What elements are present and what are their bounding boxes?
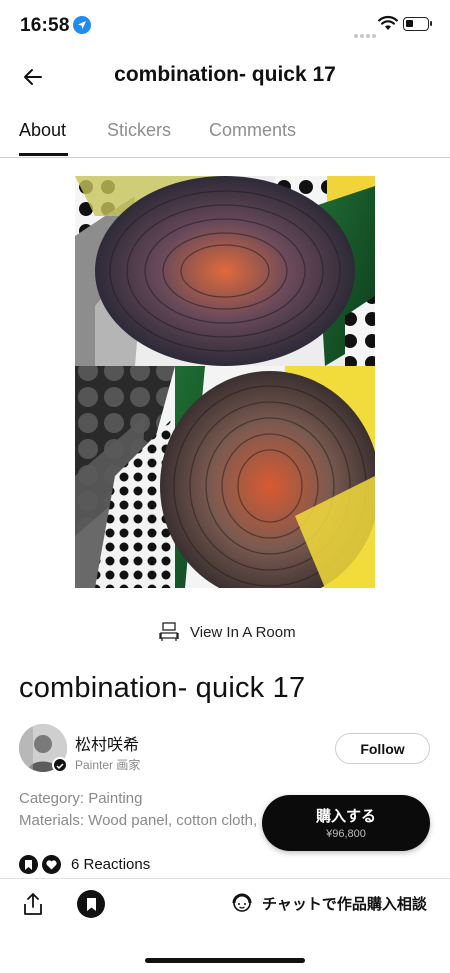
battery-icon [403, 17, 432, 31]
tab-about[interactable]: About [19, 120, 66, 141]
tab-bar: About Stickers Comments [0, 112, 450, 158]
room-sofa-icon [159, 622, 179, 641]
share-icon[interactable] [20, 891, 46, 917]
heart-reaction-icon [42, 855, 61, 874]
buy-button[interactable]: 購入する ¥96,800 [262, 795, 430, 851]
artwork-image[interactable] [75, 176, 375, 588]
bottom-action-bar: チャットで作品購入相談 [0, 878, 450, 973]
active-tab-indicator [19, 153, 68, 156]
follow-button[interactable]: Follow [335, 733, 430, 764]
reactions-row[interactable]: 6 Reactions [19, 855, 150, 874]
chat-consult-label: チャットで作品購入相談 [262, 895, 427, 913]
category-text: Category: Painting [19, 790, 143, 807]
bookmark-button[interactable] [77, 890, 105, 918]
clock: 16:58 [20, 15, 70, 36]
status-bar: 16:58 [0, 0, 450, 50]
nav-title: combination- quick 17 [114, 63, 336, 86]
wifi-icon [378, 15, 398, 30]
materials-text: Materials: Wood panel, cotton cloth, [19, 812, 258, 829]
verified-check-icon [52, 757, 68, 773]
buy-label: 購入する [315, 808, 376, 825]
tab-stickers[interactable]: Stickers [107, 120, 171, 141]
artwork-title: combination- quick 17 [19, 672, 306, 704]
home-indicator [145, 958, 305, 963]
chat-support-icon [232, 893, 252, 912]
buy-price: ¥96,800 [326, 828, 366, 840]
bookmark-icon [86, 897, 96, 911]
view-in-room-label: View In A Room [190, 623, 296, 641]
chat-consult-button[interactable]: チャットで作品購入相談 [230, 891, 427, 915]
tab-comments[interactable]: Comments [209, 120, 296, 141]
cellular-signal-icon [354, 25, 378, 43]
reactions-count: 6 Reactions [71, 856, 151, 873]
bookmark-reaction-icon [19, 855, 38, 874]
view-in-room-button[interactable]: View In A Room [158, 620, 296, 644]
artist-name[interactable]: 松村咲希 [75, 731, 139, 755]
location-icon [73, 16, 91, 34]
artist-role: Painter 画家 [75, 758, 141, 772]
